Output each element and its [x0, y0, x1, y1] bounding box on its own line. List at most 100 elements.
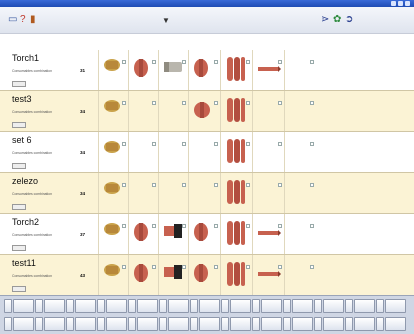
minimize-button[interactable]: [391, 1, 396, 6]
slot-selector[interactable]: [376, 317, 384, 331]
consumable-cell[interactable]: [284, 91, 316, 131]
consumable-cell[interactable]: [158, 132, 188, 172]
cell-checkbox[interactable]: [214, 101, 218, 105]
table-row[interactable]: test11 Consumables combination 43: [0, 255, 414, 296]
slot-selector[interactable]: [128, 317, 136, 331]
consumable-slot-button[interactable]: [323, 299, 344, 313]
cell-checkbox[interactable]: [310, 101, 314, 105]
slot-selector[interactable]: [35, 317, 43, 331]
consumable-cell[interactable]: [284, 255, 316, 295]
slot-selector[interactable]: [35, 299, 43, 313]
row-action-button[interactable]: [12, 286, 26, 292]
consumable-slot-button[interactable]: [75, 317, 96, 331]
consumable-slot-button[interactable]: [168, 299, 189, 313]
consumable-slot-button[interactable]: [261, 299, 282, 313]
table-row[interactable]: test3 Consumables combination 34: [0, 91, 414, 132]
cell-checkbox[interactable]: [214, 60, 218, 64]
slot-selector[interactable]: [252, 299, 260, 313]
slot-selector[interactable]: [345, 299, 353, 313]
cell-checkbox[interactable]: [152, 60, 156, 64]
cell-checkbox[interactable]: [152, 265, 156, 269]
consumable-slot-button[interactable]: [137, 299, 158, 313]
consumable-cell[interactable]: [158, 91, 188, 131]
slot-selector[interactable]: [66, 299, 74, 313]
slot-selector[interactable]: [4, 299, 12, 313]
consumable-slot-button[interactable]: [44, 299, 65, 313]
consumable-cell[interactable]: [284, 132, 316, 172]
consumable-cell[interactable]: [188, 132, 220, 172]
row-action-button[interactable]: [12, 204, 26, 210]
slot-selector[interactable]: [159, 299, 167, 313]
slot-selector[interactable]: [283, 299, 291, 313]
slot-selector[interactable]: [66, 317, 74, 331]
consumable-slot-button[interactable]: [230, 317, 251, 331]
cell-checkbox[interactable]: [122, 60, 126, 64]
consumable-slot-button[interactable]: [385, 299, 406, 313]
cell-checkbox[interactable]: [310, 142, 314, 146]
slot-selector[interactable]: [314, 299, 322, 313]
consumable-slot-button[interactable]: [323, 317, 344, 331]
cell-checkbox[interactable]: [214, 265, 218, 269]
consumable-slot-button[interactable]: [354, 317, 375, 331]
cell-checkbox[interactable]: [310, 60, 314, 64]
consumable-slot-button[interactable]: [106, 299, 127, 313]
slot-selector[interactable]: [283, 317, 291, 331]
consumable-slot-button[interactable]: [106, 317, 127, 331]
cell-checkbox[interactable]: [122, 142, 126, 146]
table-row[interactable]: Torch2 Consumables combination 37: [0, 214, 414, 255]
consumable-slot-button[interactable]: [385, 317, 406, 331]
cell-checkbox[interactable]: [278, 183, 282, 187]
cell-checkbox[interactable]: [278, 142, 282, 146]
cell-checkbox[interactable]: [152, 183, 156, 187]
table-row[interactable]: Torch1 Consumables combination 31: [0, 50, 414, 91]
slot-selector[interactable]: [376, 299, 384, 313]
exit-icon[interactable]: ➲: [345, 14, 353, 26]
dropdown-arrow-icon[interactable]: ▼: [162, 15, 170, 27]
slot-selector[interactable]: [97, 317, 105, 331]
slot-selector[interactable]: [221, 317, 229, 331]
consumable-cell[interactable]: [284, 173, 316, 213]
consumable-slot-button[interactable]: [354, 299, 375, 313]
cell-checkbox[interactable]: [278, 101, 282, 105]
row-action-button[interactable]: [12, 122, 26, 128]
cell-checkbox[interactable]: [122, 265, 126, 269]
consumable-slot-button[interactable]: [13, 317, 34, 331]
table-row[interactable]: set 6 Consumables combination 34: [0, 132, 414, 173]
slot-selector[interactable]: [221, 299, 229, 313]
slot-selector[interactable]: [159, 317, 167, 331]
maximize-button[interactable]: [398, 1, 403, 6]
row-action-button[interactable]: [12, 163, 26, 169]
cell-checkbox[interactable]: [152, 101, 156, 105]
cell-checkbox[interactable]: [152, 224, 156, 228]
cell-checkbox[interactable]: [182, 183, 186, 187]
cell-checkbox[interactable]: [122, 101, 126, 105]
consumable-cell[interactable]: [128, 132, 158, 172]
consumable-cell[interactable]: [128, 91, 158, 131]
slot-selector[interactable]: [314, 317, 322, 331]
consumable-slot-button[interactable]: [292, 317, 313, 331]
cell-checkbox[interactable]: [310, 265, 314, 269]
settings-icon[interactable]: ✿: [333, 14, 341, 26]
slot-selector[interactable]: [252, 317, 260, 331]
slot-selector[interactable]: [345, 317, 353, 331]
cell-checkbox[interactable]: [310, 224, 314, 228]
consumable-slot-button[interactable]: [168, 317, 189, 331]
consumable-slot-button[interactable]: [199, 317, 220, 331]
consumable-slot-button[interactable]: [13, 299, 34, 313]
open-folder-icon[interactable]: ▭: [8, 14, 17, 26]
consumable-slot-button[interactable]: [75, 299, 96, 313]
cell-checkbox[interactable]: [122, 183, 126, 187]
document-icon[interactable]: ▮: [30, 14, 36, 26]
row-action-button[interactable]: [12, 245, 26, 251]
consumable-cell[interactable]: [252, 173, 284, 213]
cell-checkbox[interactable]: [310, 183, 314, 187]
slot-selector[interactable]: [97, 299, 105, 313]
consumable-slot-button[interactable]: [292, 299, 313, 313]
consumable-slot-button[interactable]: [137, 317, 158, 331]
consumable-slot-button[interactable]: [230, 299, 251, 313]
consumable-cell[interactable]: [128, 173, 158, 213]
help-icon[interactable]: ?: [20, 14, 26, 26]
close-button[interactable]: [405, 1, 410, 6]
slot-selector[interactable]: [128, 299, 136, 313]
cell-checkbox[interactable]: [214, 224, 218, 228]
